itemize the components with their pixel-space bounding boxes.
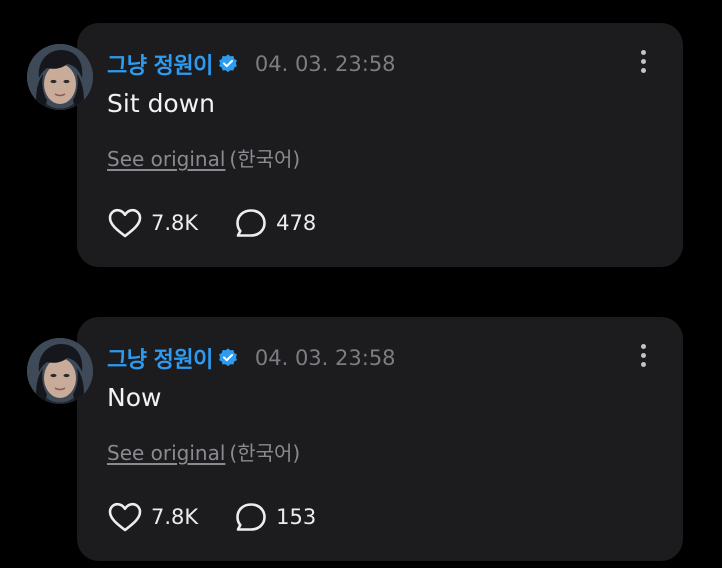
avatar[interactable] (27, 44, 93, 110)
translation-note: See original (한국어) (107, 143, 300, 172)
post-text: Now (107, 383, 162, 412)
comment-count: 478 (276, 211, 317, 235)
comment-button[interactable]: 478 (234, 207, 316, 239)
post-text: Sit down (107, 89, 216, 118)
original-language: (한국어) (229, 147, 301, 171)
post-actions: 7.8K 153 (107, 499, 352, 535)
like-count: 7.8K (151, 211, 199, 235)
username[interactable]: 그냥 정원이 (107, 48, 213, 80)
more-vertical-icon[interactable] (637, 50, 649, 78)
post-timestamp: 04. 03. 23:58 (254, 346, 396, 370)
comment-button[interactable]: 153 (234, 501, 316, 533)
original-language: (한국어) (229, 441, 301, 465)
avatar[interactable] (27, 338, 93, 404)
translation-note: See original (한국어) (107, 437, 300, 466)
verified-badge-icon (217, 53, 239, 75)
like-button[interactable]: 7.8K (107, 207, 198, 239)
post-feed: 그냥 정원이 04. 03. 23:58 Sit down See origin… (0, 0, 722, 568)
heart-icon (108, 502, 142, 532)
like-count: 7.8K (151, 505, 199, 529)
post-card[interactable]: 그냥 정원이 04. 03. 23:58 Sit down See origin… (77, 23, 683, 267)
like-button[interactable]: 7.8K (107, 501, 198, 533)
see-original-link[interactable]: See original (107, 147, 225, 171)
post-header: 그냥 정원이 04. 03. 23:58 (107, 49, 396, 79)
post-timestamp: 04. 03. 23:58 (254, 52, 396, 76)
more-vertical-icon[interactable] (637, 344, 649, 372)
username[interactable]: 그냥 정원이 (107, 342, 213, 374)
heart-icon (108, 208, 142, 238)
comment-bubble-icon (236, 503, 266, 531)
post-card[interactable]: 그냥 정원이 04. 03. 23:58 Now See original (한국… (77, 317, 683, 561)
comment-count: 153 (276, 505, 317, 529)
see-original-link[interactable]: See original (107, 441, 225, 465)
comment-bubble-icon (236, 209, 266, 237)
post-header: 그냥 정원이 04. 03. 23:58 (107, 343, 396, 373)
post-actions: 7.8K 478 (107, 205, 352, 241)
verified-badge-icon (217, 347, 239, 369)
